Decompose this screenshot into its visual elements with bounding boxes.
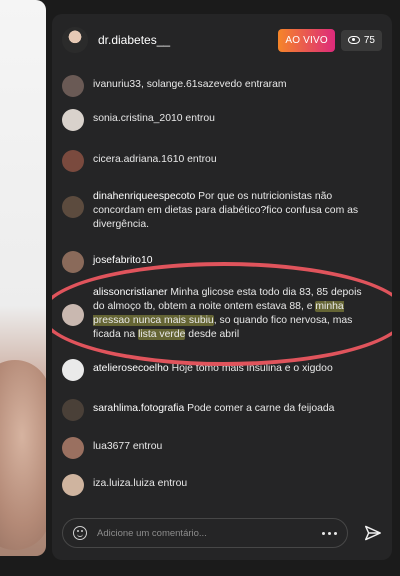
avatar[interactable] (62, 437, 84, 459)
viewer-count: 75 (363, 34, 375, 46)
more-icon[interactable] (322, 531, 337, 535)
avatar[interactable] (62, 474, 84, 496)
host-username[interactable]: dr.diabetes__ (98, 33, 278, 47)
list-item: dinahenriqueespecoto Por que os nutricio… (62, 190, 372, 232)
join-message: cicera.adriana.1610 entrou (93, 154, 217, 165)
avatar[interactable] (62, 150, 84, 172)
comment-input[interactable] (97, 527, 314, 539)
highlighted-text: lista verde (138, 329, 186, 340)
live-video-preview (0, 0, 46, 556)
list-item: sarahlima.fotografia Pode comer a carne … (62, 398, 372, 421)
send-icon[interactable] (364, 525, 382, 541)
eye-icon (347, 36, 360, 44)
list-item: josefabrito10 (62, 250, 372, 273)
list-item: alissoncristianer Minha glicose esta tod… (62, 286, 372, 342)
avatar[interactable] (62, 359, 84, 381)
list-item: atelierosecoelho Hoje tomo mais insulina… (62, 358, 372, 381)
list-item: ivanuriu33, solange.61sazevedo entraram (62, 74, 372, 97)
comment-text: Hoje tomo mais insulina e o xigdoo (171, 363, 333, 374)
list-item: lua3677 entrou (62, 436, 372, 459)
comment-text: Pode comer a carne da feijoada (187, 403, 335, 414)
video-person-shoulder (0, 360, 46, 550)
comment-username[interactable]: alissoncristianer (93, 287, 168, 298)
comment-text: desde abril (185, 329, 240, 340)
avatar[interactable] (62, 196, 84, 218)
comment-username[interactable]: sarahlima.fotografia (93, 403, 184, 414)
avatar[interactable] (62, 251, 84, 273)
viewer-count-badge[interactable]: 75 (340, 29, 382, 51)
list-item: iza.luiza.luiza entrou (62, 473, 372, 496)
comment-username[interactable]: atelierosecoelho (93, 363, 169, 374)
join-message: ivanuriu33, solange.61sazevedo entraram (93, 79, 287, 90)
live-header: dr.diabetes__ AO VIVO 75 (52, 14, 392, 66)
avatar[interactable] (62, 109, 84, 131)
emoji-icon[interactable] (73, 526, 87, 540)
join-message: sonia.cristina_2010 entrou (93, 113, 215, 124)
avatar[interactable] (62, 304, 84, 326)
join-message: iza.luiza.luiza entrou (93, 478, 188, 489)
join-message: lua3677 entrou (93, 441, 163, 452)
list-item: cicera.adriana.1610 entrou (62, 149, 372, 172)
host-avatar[interactable] (62, 27, 88, 53)
avatar[interactable] (62, 399, 84, 421)
comment-username[interactable]: dinahenriqueespecoto (93, 191, 195, 202)
avatar[interactable] (62, 75, 84, 97)
comment-composer (62, 516, 382, 550)
live-badge: AO VIVO (278, 28, 335, 52)
live-comments-panel: dr.diabetes__ AO VIVO 75 ivanuriu33, sol… (52, 14, 392, 560)
comment-input-wrapper[interactable] (62, 518, 348, 548)
comment-username[interactable]: josefabrito10 (93, 255, 153, 266)
list-item: sonia.cristina_2010 entrou (62, 108, 372, 131)
